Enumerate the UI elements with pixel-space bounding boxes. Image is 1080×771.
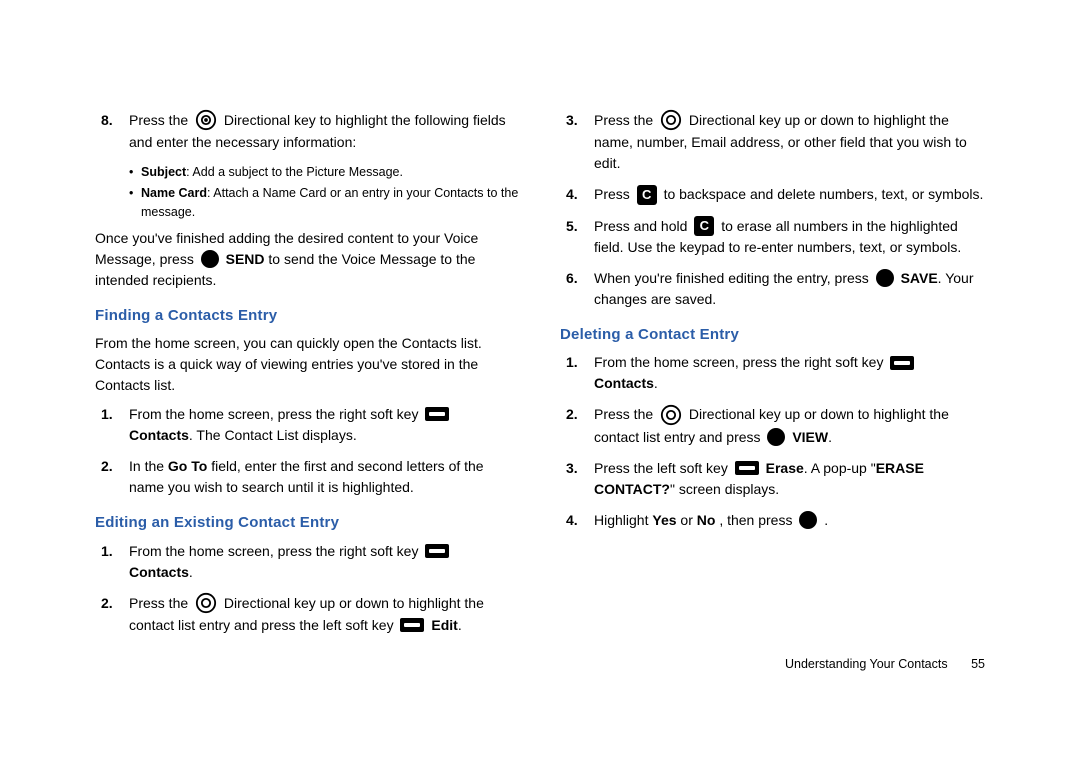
label: Name Card bbox=[141, 186, 207, 200]
c-key-icon: C bbox=[637, 185, 657, 205]
step-number: 3. bbox=[566, 110, 578, 131]
goto-label: Go To bbox=[168, 458, 207, 474]
text: : Add a subject to the Picture Message. bbox=[186, 165, 403, 179]
deleting-step-4: 4. Highlight Yes or No , then press . bbox=[560, 510, 985, 531]
text: Press the bbox=[129, 595, 192, 611]
directional-key-icon bbox=[660, 404, 682, 426]
c-key-icon: C bbox=[694, 216, 714, 236]
soft-key-icon bbox=[400, 618, 424, 632]
soft-key-icon bbox=[425, 544, 449, 558]
save-label: SAVE bbox=[901, 270, 938, 286]
editing-step-6: 6. When you're finished editing the entr… bbox=[560, 268, 985, 310]
text: Press and hold bbox=[594, 218, 691, 234]
text: . A pop-up " bbox=[804, 460, 876, 476]
finding-step-2: 2. In the Go To field, enter the first a… bbox=[95, 456, 520, 498]
step-number: 6. bbox=[566, 268, 578, 289]
directional-key-icon bbox=[195, 592, 217, 614]
ok-key-icon bbox=[799, 511, 817, 529]
view-label: VIEW bbox=[792, 429, 828, 445]
soft-key-icon bbox=[735, 461, 759, 475]
step-number: 1. bbox=[566, 352, 578, 373]
step-number: 2. bbox=[101, 456, 113, 477]
text: From the home screen, press the right so… bbox=[594, 354, 887, 370]
ok-key-icon bbox=[201, 250, 219, 268]
section-title: Understanding Your Contacts bbox=[785, 657, 948, 671]
yes-label: Yes bbox=[652, 512, 676, 528]
text: . bbox=[824, 512, 828, 528]
text: Highlight bbox=[594, 512, 652, 528]
text: Press the left soft key bbox=[594, 460, 732, 476]
text: . bbox=[828, 429, 832, 445]
editing-step-1: 1. From the home screen, press the right… bbox=[95, 541, 520, 583]
heading-deleting: Deleting a Contact Entry bbox=[560, 324, 985, 347]
edit-label: Edit bbox=[431, 617, 457, 633]
left-column: 8. Press the Directional key to highligh… bbox=[95, 110, 520, 731]
page-footer: Understanding Your Contacts 55 bbox=[785, 657, 985, 671]
page: 8. Press the Directional key to highligh… bbox=[0, 0, 1080, 771]
finding-step-1: 1. From the home screen, press the right… bbox=[95, 404, 520, 446]
page-number: 55 bbox=[971, 657, 985, 671]
bullet-subject: Subject: Add a subject to the Picture Me… bbox=[129, 163, 520, 182]
text: Press the bbox=[129, 112, 192, 128]
directional-key-icon bbox=[660, 109, 682, 131]
step-number: 1. bbox=[101, 541, 113, 562]
heading-editing: Editing an Existing Contact Entry bbox=[95, 512, 520, 535]
text: Press the bbox=[594, 112, 657, 128]
directional-key-icon bbox=[195, 109, 217, 131]
contacts-label: Contacts bbox=[129, 427, 189, 443]
ok-key-icon bbox=[767, 428, 785, 446]
step-number: 4. bbox=[566, 510, 578, 531]
step-number: 2. bbox=[101, 593, 113, 614]
text: . The Contact List displays. bbox=[189, 427, 357, 443]
editing-step-4: 4. Press C to backspace and delete numbe… bbox=[560, 184, 985, 205]
step-number: 4. bbox=[566, 184, 578, 205]
text: , then press bbox=[719, 512, 796, 528]
text: From the home screen, press the right so… bbox=[129, 543, 422, 559]
text: to backspace and delete numbers, text, o… bbox=[664, 186, 984, 202]
label: Subject bbox=[141, 165, 186, 179]
step-number: 2. bbox=[566, 404, 578, 425]
text: In the bbox=[129, 458, 168, 474]
contacts-label: Contacts bbox=[129, 564, 189, 580]
contacts-label: Contacts bbox=[594, 375, 654, 391]
text: . bbox=[654, 375, 658, 391]
no-label: No bbox=[697, 512, 716, 528]
text: " screen displays. bbox=[670, 481, 779, 497]
text: Press the bbox=[594, 406, 657, 422]
text: or bbox=[680, 512, 696, 528]
text: When you're finished editing the entry, … bbox=[594, 270, 873, 286]
deleting-step-2: 2. Press the Directional key up or down … bbox=[560, 404, 985, 447]
step-number: 3. bbox=[566, 458, 578, 479]
finding-intro: From the home screen, you can quickly op… bbox=[95, 333, 520, 396]
bullet-list: Subject: Add a subject to the Picture Me… bbox=[129, 163, 520, 221]
soft-key-icon bbox=[425, 407, 449, 421]
soft-key-icon bbox=[890, 356, 914, 370]
step-number: 5. bbox=[566, 216, 578, 237]
step-number: 8. bbox=[101, 110, 113, 131]
editing-step-2: 2. Press the Directional key up or down … bbox=[95, 593, 520, 636]
heading-finding: Finding a Contacts Entry bbox=[95, 305, 520, 328]
text: . bbox=[458, 617, 462, 633]
send-label: SEND bbox=[226, 251, 265, 267]
right-column: 3. Press the Directional key up or down … bbox=[560, 110, 985, 731]
editing-step-5: 5. Press and hold C to erase all numbers… bbox=[560, 216, 985, 258]
bullet-name-card: Name Card: Attach a Name Card or an entr… bbox=[129, 184, 520, 222]
step-number: 1. bbox=[101, 404, 113, 425]
text: From the home screen, press the right so… bbox=[129, 406, 422, 422]
text: . bbox=[189, 564, 193, 580]
step-8: 8. Press the Directional key to highligh… bbox=[95, 110, 520, 153]
text: Press bbox=[594, 186, 634, 202]
deleting-step-1: 1. From the home screen, press the right… bbox=[560, 352, 985, 394]
after-bullets: Once you've finished adding the desired … bbox=[95, 228, 520, 291]
ok-key-icon bbox=[876, 269, 894, 287]
deleting-step-3: 3. Press the left soft key Erase. A pop-… bbox=[560, 458, 985, 500]
editing-step-3: 3. Press the Directional key up or down … bbox=[560, 110, 985, 174]
erase-label: Erase bbox=[766, 460, 804, 476]
